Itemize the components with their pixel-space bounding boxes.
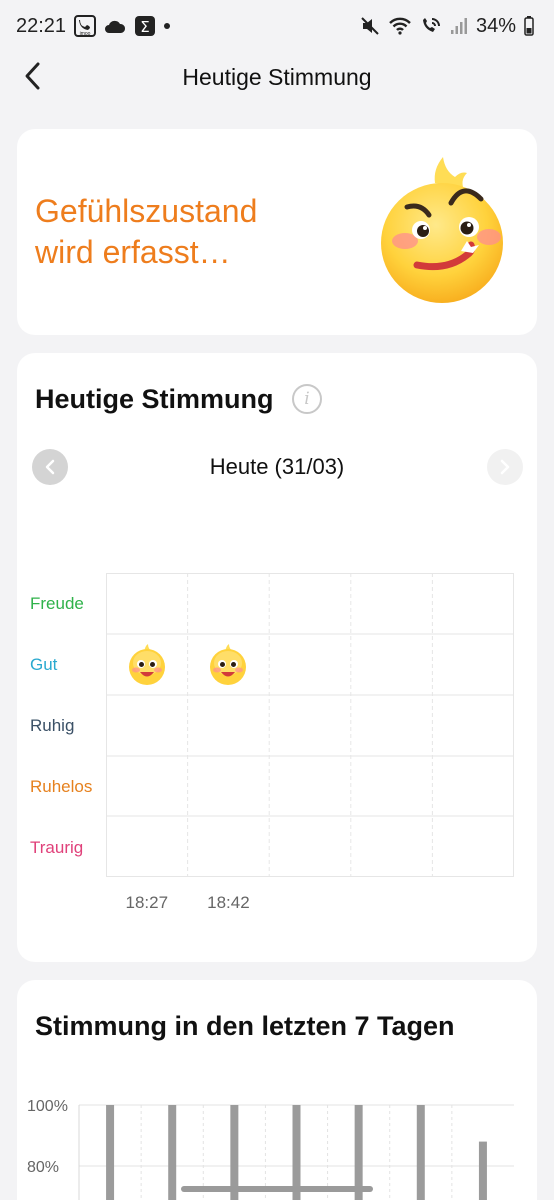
day-bar — [416, 1105, 425, 1200]
clock: 22:21 — [16, 14, 67, 37]
app-header: Heutige Stimmung — [0, 52, 554, 102]
sigma-text: Σ — [140, 18, 149, 36]
mood-label-freude: Freude — [30, 594, 84, 613]
date-navigator: Heute (31/03) — [17, 449, 537, 485]
signal-icon — [450, 17, 468, 35]
mute-icon — [360, 16, 380, 36]
chevron-left-icon — [25, 62, 40, 90]
battery-icon — [524, 16, 534, 36]
day-bar — [106, 1105, 115, 1200]
mood-emoji-icon[interactable] — [128, 644, 166, 691]
mood-grid — [106, 573, 514, 877]
next-day-button[interactable] — [487, 449, 523, 485]
status-line-1: Gefühlszustand — [35, 193, 258, 229]
mascot-face-icon — [381, 157, 503, 303]
sigma-app-icon: Σ — [134, 15, 156, 37]
back-button[interactable] — [14, 58, 50, 94]
emotion-status-text: Gefühlszustand wird erfasst… — [35, 191, 355, 273]
status-line-2: wird erfasst… — [35, 234, 231, 270]
battery-percent: 34% — [475, 14, 516, 37]
today-mood-card: Heutige Stimmung i Heute (31/03) Freude G… — [17, 353, 537, 962]
emotion-status-card: Gefühlszustand wird erfasst… — [17, 129, 537, 335]
info-glyph: i — [304, 389, 310, 409]
home-indicator[interactable] — [181, 1186, 373, 1192]
today-mood-title: Heutige Stimmung — [35, 384, 274, 414]
chevron-right-icon — [500, 459, 510, 475]
mood-grid-lines — [106, 573, 514, 877]
wifi-icon — [388, 16, 412, 36]
mood-label-gut: Gut — [30, 655, 58, 674]
wifi-call-icon — [420, 16, 442, 36]
week-bar-chart — [78, 1104, 514, 1200]
mood-label-ruhelos: Ruhelos — [30, 777, 93, 796]
info-icon[interactable]: i — [292, 384, 322, 414]
imoo-text: imoo — [80, 31, 91, 37]
mood-label-ruhig: Ruhig — [30, 716, 75, 735]
day-bar — [168, 1105, 177, 1200]
mood-emoji-icon[interactable] — [209, 644, 247, 691]
notification-dot-icon — [164, 23, 171, 29]
week-mood-card: Stimmung in den letzten 7 Tagen 100% 80% — [17, 980, 537, 1200]
day-bar — [478, 1141, 487, 1200]
time-label: 18:27 — [125, 893, 169, 912]
page-title: Heutige Stimmung — [182, 63, 372, 90]
imoo-app-icon: imoo — [74, 15, 97, 37]
mood-label-traurig: Traurig — [30, 838, 84, 857]
status-bar: 22:21 imoo Σ 34% — [0, 0, 554, 52]
date-label: Heute (31/03) — [209, 454, 345, 479]
time-label: 18:42 — [207, 893, 250, 912]
cloud-icon — [104, 18, 126, 34]
